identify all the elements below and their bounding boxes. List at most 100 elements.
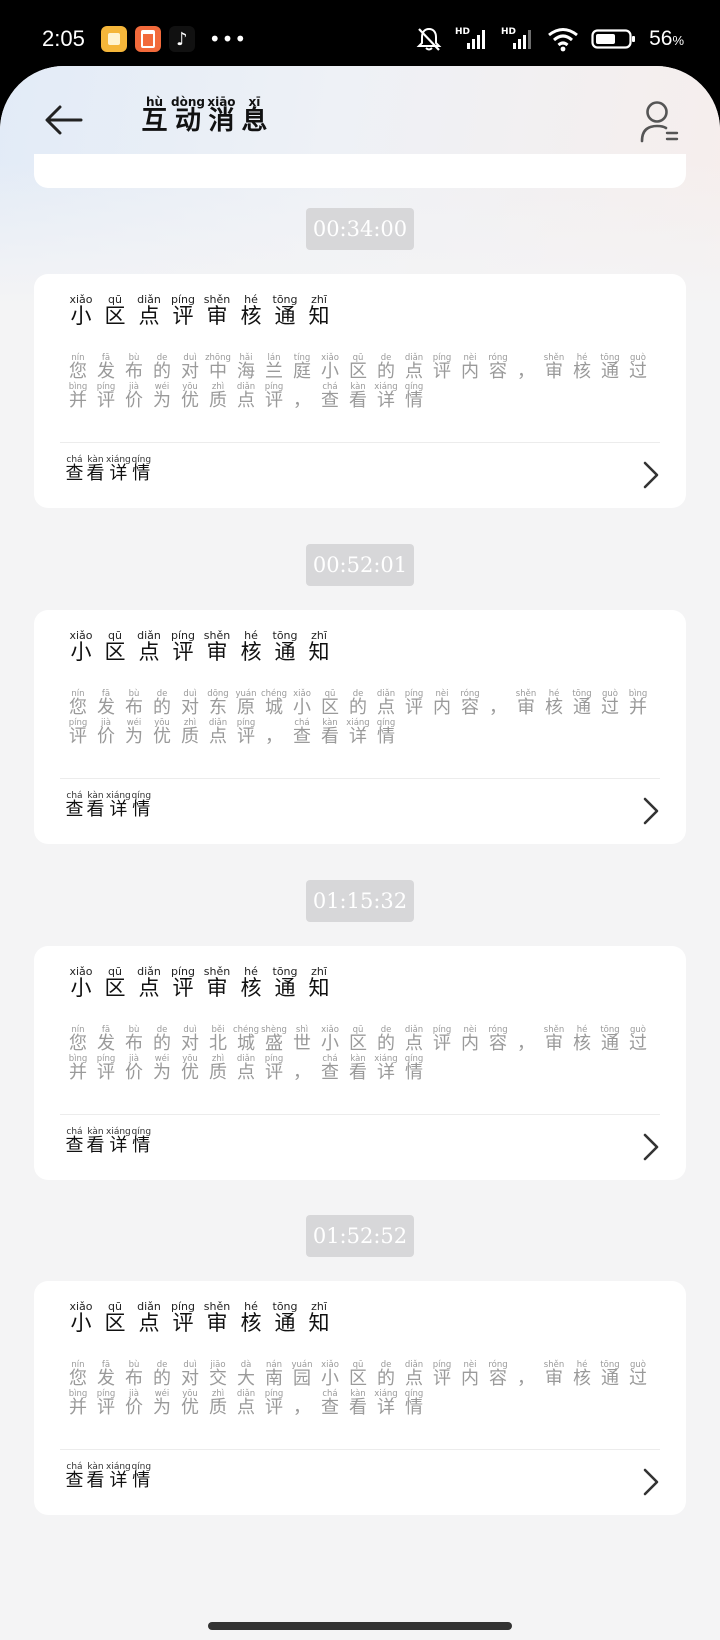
message-body-char: guò 过 bbox=[624, 1361, 652, 1388]
hanzi: 容 bbox=[489, 360, 507, 382]
message-body-char: xiáng 详 bbox=[372, 1390, 400, 1417]
hanzi: ， bbox=[265, 725, 283, 747]
hanzi: 并 bbox=[69, 389, 87, 411]
wifi-icon bbox=[548, 28, 579, 52]
message-body-char: chá 查 bbox=[316, 1055, 344, 1082]
message-body-char: shěn 审 bbox=[540, 354, 568, 381]
message-body-char: bìng 并 bbox=[624, 690, 652, 717]
hanzi: 为 bbox=[125, 725, 143, 747]
message-body-char: tōng 通 bbox=[596, 354, 624, 381]
message-title-char: píng 评 bbox=[166, 1301, 200, 1334]
chevron-right-icon[interactable] bbox=[638, 794, 664, 828]
hanzi: 消 bbox=[208, 106, 235, 136]
hanzi: 审 bbox=[206, 304, 228, 328]
message-body-char: xiǎo 小 bbox=[316, 354, 344, 381]
hanzi: 查 bbox=[321, 1061, 339, 1083]
message-body-char: de 的 bbox=[372, 1026, 400, 1053]
bell-off-icon bbox=[416, 27, 442, 51]
message-body-char: jiāo 交 bbox=[204, 1361, 232, 1388]
hanzi: ， bbox=[293, 389, 311, 411]
hanzi: 通 bbox=[274, 640, 296, 664]
view-details-link[interactable]: chá 查 kàn 看 xiáng 详 qíng 情 bbox=[64, 456, 152, 484]
chevron-right-icon[interactable] bbox=[638, 458, 664, 492]
message-title-char: tōng 通 bbox=[268, 1301, 302, 1334]
message-body-char: shěn 审 bbox=[540, 1361, 568, 1388]
message-card[interactable]: xiǎo 小 qū 区 diǎn 点 píng 评 shěn 审 hé 核 tōng 通 zhī 知 nín 您 f… bbox=[34, 610, 686, 844]
profile-settings-button[interactable] bbox=[636, 96, 684, 148]
hanzi: 您 bbox=[69, 696, 87, 718]
message-body-char: píng 评 bbox=[92, 1055, 120, 1082]
hanzi: 内 bbox=[433, 696, 451, 718]
message-card[interactable]: xiǎo 小 qū 区 diǎn 点 píng 评 shěn 审 hé 核 tōng 通 zhī 知 nín 您 f… bbox=[34, 274, 686, 508]
message-body-char: hé 核 bbox=[568, 1361, 596, 1388]
chevron-right-icon[interactable] bbox=[638, 1465, 664, 1499]
hanzi: 盛 bbox=[265, 1032, 283, 1054]
message-body-char: hé 核 bbox=[568, 354, 596, 381]
message-title: xiǎo 小 qū 区 diǎn 点 píng 评 shěn 审 hé 核 tōng 通 zhī 知 bbox=[64, 1301, 336, 1334]
hanzi: 过 bbox=[629, 1367, 647, 1389]
message-body-char: xiáng 详 bbox=[372, 1055, 400, 1082]
hanzi: 布 bbox=[125, 1032, 143, 1054]
message-card[interactable]: xiǎo 小 qū 区 diǎn 点 píng 评 shěn 审 hé 核 tōng 通 zhī 知 nín 您 f… bbox=[34, 946, 686, 1180]
hanzi: 查 bbox=[321, 389, 339, 411]
message-card[interactable]: xiǎo 小 qū 区 diǎn 点 píng 评 shěn 审 hé 核 tōng 通 zhī 知 nín 您 f… bbox=[34, 1281, 686, 1515]
hanzi: 评 bbox=[433, 360, 451, 382]
message-body-char: zhì 质 bbox=[204, 1390, 232, 1417]
message-body-char: zhì 质 bbox=[204, 1055, 232, 1082]
message-title-char: hé 核 bbox=[234, 294, 268, 327]
message-title-char: tōng 通 bbox=[268, 966, 302, 999]
hanzi: 布 bbox=[125, 1367, 143, 1389]
home-indicator[interactable] bbox=[208, 1622, 512, 1630]
hanzi: 的 bbox=[153, 696, 171, 718]
message-body-char: nèi 内 bbox=[456, 354, 484, 381]
hanzi: 大 bbox=[237, 1367, 255, 1389]
message-body-char: nán 南 bbox=[260, 1361, 288, 1388]
view-details-char: xiáng 详 bbox=[106, 456, 131, 484]
view-details-char: chá 查 bbox=[64, 1463, 85, 1491]
hanzi: 情 bbox=[405, 1396, 423, 1418]
hanzi: 您 bbox=[69, 1032, 87, 1054]
hanzi: 审 bbox=[545, 360, 563, 382]
hanzi: 查 bbox=[65, 799, 84, 820]
hanzi: 小 bbox=[70, 976, 92, 1000]
message-body-char: hé 核 bbox=[540, 690, 568, 717]
hanzi: 通 bbox=[274, 304, 296, 328]
hanzi: 的 bbox=[377, 1032, 395, 1054]
hanzi: 交 bbox=[209, 1367, 227, 1389]
view-details-link[interactable]: chá 查 kàn 看 xiáng 详 qíng 情 bbox=[64, 1463, 152, 1491]
hanzi: 过 bbox=[629, 360, 647, 382]
hanzi: 北 bbox=[209, 1032, 227, 1054]
hanzi: 兰 bbox=[265, 360, 283, 382]
hanzi: ， bbox=[517, 1032, 535, 1054]
message-body-char: hǎi 海 bbox=[232, 354, 260, 381]
hanzi: 发 bbox=[97, 1032, 115, 1054]
hanzi: 您 bbox=[69, 1367, 87, 1389]
message-body-char: chá 查 bbox=[288, 719, 316, 746]
hanzi: 东 bbox=[209, 696, 227, 718]
hanzi: 详 bbox=[377, 1396, 395, 1418]
message-body-char: yōu 优 bbox=[148, 719, 176, 746]
message-body-char: yuán 园 bbox=[288, 1361, 316, 1388]
card-divider bbox=[60, 1449, 660, 1450]
hanzi: 评 bbox=[265, 1061, 283, 1083]
hanzi: 看 bbox=[349, 389, 367, 411]
back-button[interactable] bbox=[40, 96, 88, 144]
message-title-char: xiǎo 小 bbox=[64, 966, 98, 999]
notification-app-icons: ♪ ••• bbox=[100, 26, 247, 52]
hanzi: 情 bbox=[377, 725, 395, 747]
hanzi: 通 bbox=[274, 976, 296, 1000]
view-details-char: xiáng 详 bbox=[106, 1128, 131, 1156]
hanzi: 通 bbox=[601, 1032, 619, 1054]
message-body-char: róng 容 bbox=[456, 690, 484, 717]
chevron-right-icon[interactable] bbox=[638, 1130, 664, 1164]
view-details-char: qíng 情 bbox=[131, 1463, 152, 1491]
view-details-link[interactable]: chá 查 kàn 看 xiáng 详 qíng 情 bbox=[64, 1128, 152, 1156]
hanzi: 为 bbox=[153, 1061, 171, 1083]
message-title-char: píng 评 bbox=[166, 294, 200, 327]
hanzi: 优 bbox=[153, 725, 171, 747]
message-title: xiǎo 小 qū 区 diǎn 点 píng 评 shěn 审 hé 核 tōng 通 zhī 知 bbox=[64, 630, 336, 663]
message-title-char: zhī 知 bbox=[302, 966, 336, 999]
hanzi: 详 bbox=[377, 389, 395, 411]
hanzi: 详 bbox=[109, 1135, 128, 1156]
view-details-link[interactable]: chá 查 kàn 看 xiáng 详 qíng 情 bbox=[64, 792, 152, 820]
